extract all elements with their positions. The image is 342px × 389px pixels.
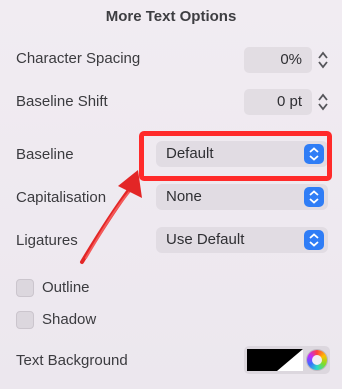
baseline-shift-label: Baseline Shift (16, 93, 108, 110)
shadow-label: Shadow (42, 311, 97, 328)
character-spacing-value: 0% (280, 51, 302, 68)
annotation-highlight-box (139, 131, 332, 181)
capitalisation-popup[interactable]: None (156, 184, 328, 210)
character-spacing-field[interactable]: 0% (244, 47, 312, 73)
capitalisation-popup-value: None (166, 188, 202, 205)
text-background-color-well[interactable] (244, 346, 330, 374)
baseline-shift-value: 0 pt (276, 93, 302, 110)
character-spacing-label: Character Spacing (16, 50, 141, 67)
outline-label: Outline (42, 279, 90, 296)
panel-title: More Text Options (105, 8, 237, 25)
outline-checkbox[interactable] (16, 279, 34, 297)
popup-chevron-icon (304, 187, 324, 207)
ligatures-popup[interactable]: Use Default (156, 227, 328, 253)
ligatures-popup-value: Use Default (166, 231, 245, 248)
popup-chevron-icon (304, 230, 324, 250)
more-text-options-panel: More Text Options Character Spacing 0% B… (0, 0, 342, 389)
baseline-shift-field[interactable]: 0 pt (244, 89, 312, 115)
character-spacing-stepper-icon[interactable] (317, 49, 329, 71)
ligatures-label: Ligatures (16, 232, 78, 249)
text-background-label: Text Background (16, 352, 128, 369)
capitalisation-label: Capitalisation (16, 189, 107, 206)
color-wheel-icon[interactable] (307, 350, 327, 370)
color-swatch (247, 349, 303, 371)
baseline-label: Baseline (16, 146, 74, 163)
baseline-shift-stepper-icon[interactable] (317, 91, 329, 113)
shadow-checkbox[interactable] (16, 311, 34, 329)
